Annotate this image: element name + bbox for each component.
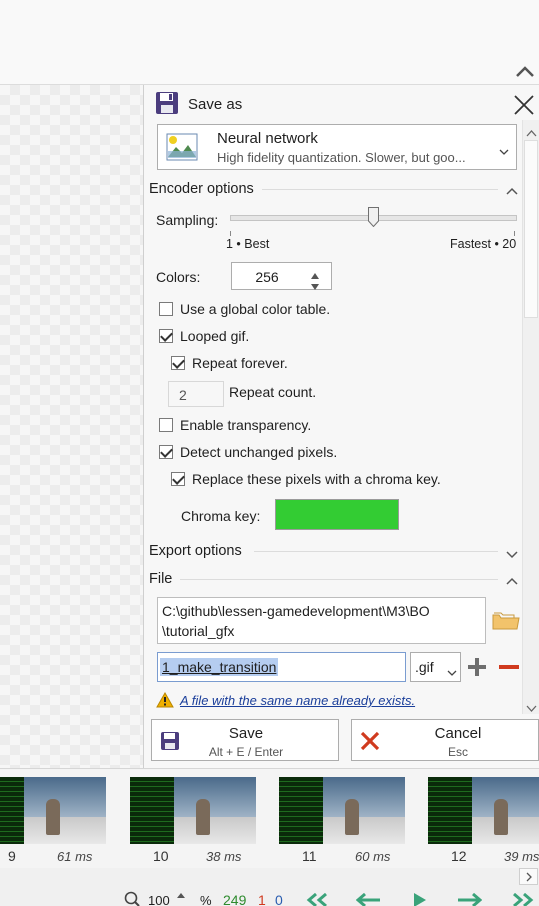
looped-gif-label: Looped gif.	[180, 328, 250, 344]
enable-transparency-label: Enable transparency.	[180, 417, 312, 433]
repeat-count-value: 2	[179, 387, 187, 403]
frame-number: 11	[302, 848, 317, 864]
status-bar: 100 % 249 1 0	[0, 887, 539, 906]
frame-number: 12	[451, 848, 467, 864]
detect-unchanged-checkbox[interactable]	[159, 445, 173, 459]
colors-value: 256	[255, 269, 279, 285]
sampling-max-label: Fastest • 20	[450, 237, 517, 251]
chroma-key-label: Chroma key:	[181, 508, 261, 524]
other-count: 0	[275, 892, 283, 906]
spin-down-icon[interactable]	[310, 278, 320, 294]
repeat-forever-checkbox[interactable]	[171, 356, 185, 370]
divider	[254, 551, 498, 552]
filename-value: 1_make_transition	[160, 658, 279, 676]
encoder-name: Neural network	[217, 130, 318, 147]
selected-count: 1	[258, 892, 266, 906]
zoom-magnifier-icon	[124, 891, 140, 906]
frame-thumbnail[interactable]	[428, 777, 539, 844]
frame-filmstrip: 9 61 ms 10 38 ms 11 60 ms 12 39 ms	[0, 768, 539, 869]
replace-chroma-checkbox[interactable]	[171, 472, 185, 486]
next-frame-icon[interactable]	[456, 892, 483, 906]
save-as-panel: Save as Neural network High fidelity qua…	[143, 85, 539, 768]
sampling-label: Sampling:	[156, 212, 219, 228]
chroma-key-color-button[interactable]	[275, 499, 399, 530]
cancel-label: Cancel	[434, 725, 482, 742]
extension-dropdown[interactable]: .gif	[410, 652, 461, 682]
chevron-up-icon[interactable]	[506, 183, 518, 199]
export-options-header[interactable]: Export options	[149, 543, 242, 559]
looped-gif-checkbox[interactable]	[159, 329, 173, 343]
plus-icon[interactable]	[467, 657, 487, 677]
replace-chroma-label: Replace these pixels with a chroma key.	[192, 471, 441, 487]
frame-delay: 60 ms	[355, 849, 391, 864]
global-color-table-checkbox[interactable]	[159, 302, 173, 316]
top-toolbar-area	[0, 0, 539, 85]
global-color-table-label: Use a global color table.	[180, 301, 331, 317]
canvas-area	[0, 85, 143, 768]
scroll-up-icon[interactable]	[526, 124, 537, 140]
divider	[180, 579, 498, 580]
save-floppy-icon	[155, 91, 179, 115]
filename-input[interactable]: 1_make_transition	[157, 652, 406, 682]
encoder-description: High fidelity quantization. Slower, but …	[217, 150, 466, 165]
folder-icon[interactable]	[492, 609, 520, 631]
detect-unchanged-label: Detect unchanged pixels.	[180, 444, 338, 460]
warning-icon	[156, 691, 174, 708]
path-line1: C:\github\lessen-gamedevelopment\M3\BO	[162, 603, 430, 619]
panel-title: Save as	[188, 96, 243, 113]
extension-value: .gif	[415, 659, 434, 675]
close-icon[interactable]	[512, 93, 536, 117]
output-folder-field[interactable]: C:\github\lessen-gamedevelopment\M3\BO \…	[157, 597, 486, 644]
chevron-down-icon	[447, 664, 457, 680]
first-frame-icon[interactable]	[306, 892, 334, 906]
frame-number: 10	[153, 848, 169, 864]
repeat-count-label: Repeat count.	[229, 384, 317, 400]
sampling-slider-thumb[interactable]	[367, 207, 379, 228]
zoom-spin-icon[interactable]	[177, 892, 185, 906]
frame-delay: 38 ms	[206, 849, 242, 864]
colors-label: Colors:	[156, 269, 201, 285]
image-encoder-icon	[166, 133, 198, 161]
frame-count: 249	[223, 892, 247, 906]
cancel-shortcut: Esc	[447, 745, 468, 759]
save-shortcut: Alt + E / Enter	[208, 745, 284, 759]
filmstrip-scrollbar[interactable]	[0, 868, 539, 886]
colors-input[interactable]: 256	[231, 262, 332, 290]
save-button[interactable]: Save Alt + E / Enter	[151, 719, 339, 761]
scroll-thumb[interactable]	[524, 140, 538, 318]
minus-icon[interactable]	[498, 657, 520, 677]
panel-scrollbar[interactable]	[522, 120, 539, 714]
divider	[262, 189, 498, 190]
file-header[interactable]: File	[149, 571, 172, 587]
frame-thumbnail[interactable]	[279, 777, 405, 844]
repeat-count-input[interactable]: 2	[168, 381, 224, 407]
frame-delay: 39 ms	[504, 849, 539, 864]
sampling-min-label: 1 • Best	[226, 237, 270, 251]
scroll-down-icon[interactable]	[526, 699, 537, 715]
save-label: Save	[228, 725, 264, 742]
frame-number: 9	[8, 848, 16, 864]
frame-thumbnail[interactable]	[130, 777, 256, 844]
zoom-value[interactable]: 100	[148, 893, 170, 906]
encoder-dropdown[interactable]: Neural network High fidelity quantizatio…	[157, 124, 517, 170]
sampling-ticks	[230, 231, 515, 236]
zoom-unit: %	[200, 893, 212, 906]
encoder-options-header[interactable]: Encoder options	[149, 181, 254, 197]
enable-transparency-checkbox[interactable]	[159, 418, 173, 432]
last-frame-icon[interactable]	[506, 892, 534, 906]
play-icon[interactable]	[413, 893, 427, 906]
frame-thumbnail[interactable]	[0, 777, 106, 844]
chevron-down-icon[interactable]	[506, 546, 518, 562]
file-exists-warning[interactable]: A file with the same name already exists…	[180, 693, 415, 708]
cancel-button[interactable]: Cancel Esc	[351, 719, 539, 761]
frame-delay: 61 ms	[57, 849, 93, 864]
chevron-down-icon	[499, 143, 509, 159]
path-line2: \tutorial_gfx	[162, 623, 235, 639]
previous-frame-icon[interactable]	[355, 892, 382, 906]
repeat-forever-label: Repeat forever.	[192, 355, 288, 371]
scroll-right-icon[interactable]	[519, 868, 538, 885]
collapse-ribbon-icon[interactable]	[513, 60, 537, 82]
chevron-up-icon[interactable]	[506, 573, 518, 589]
